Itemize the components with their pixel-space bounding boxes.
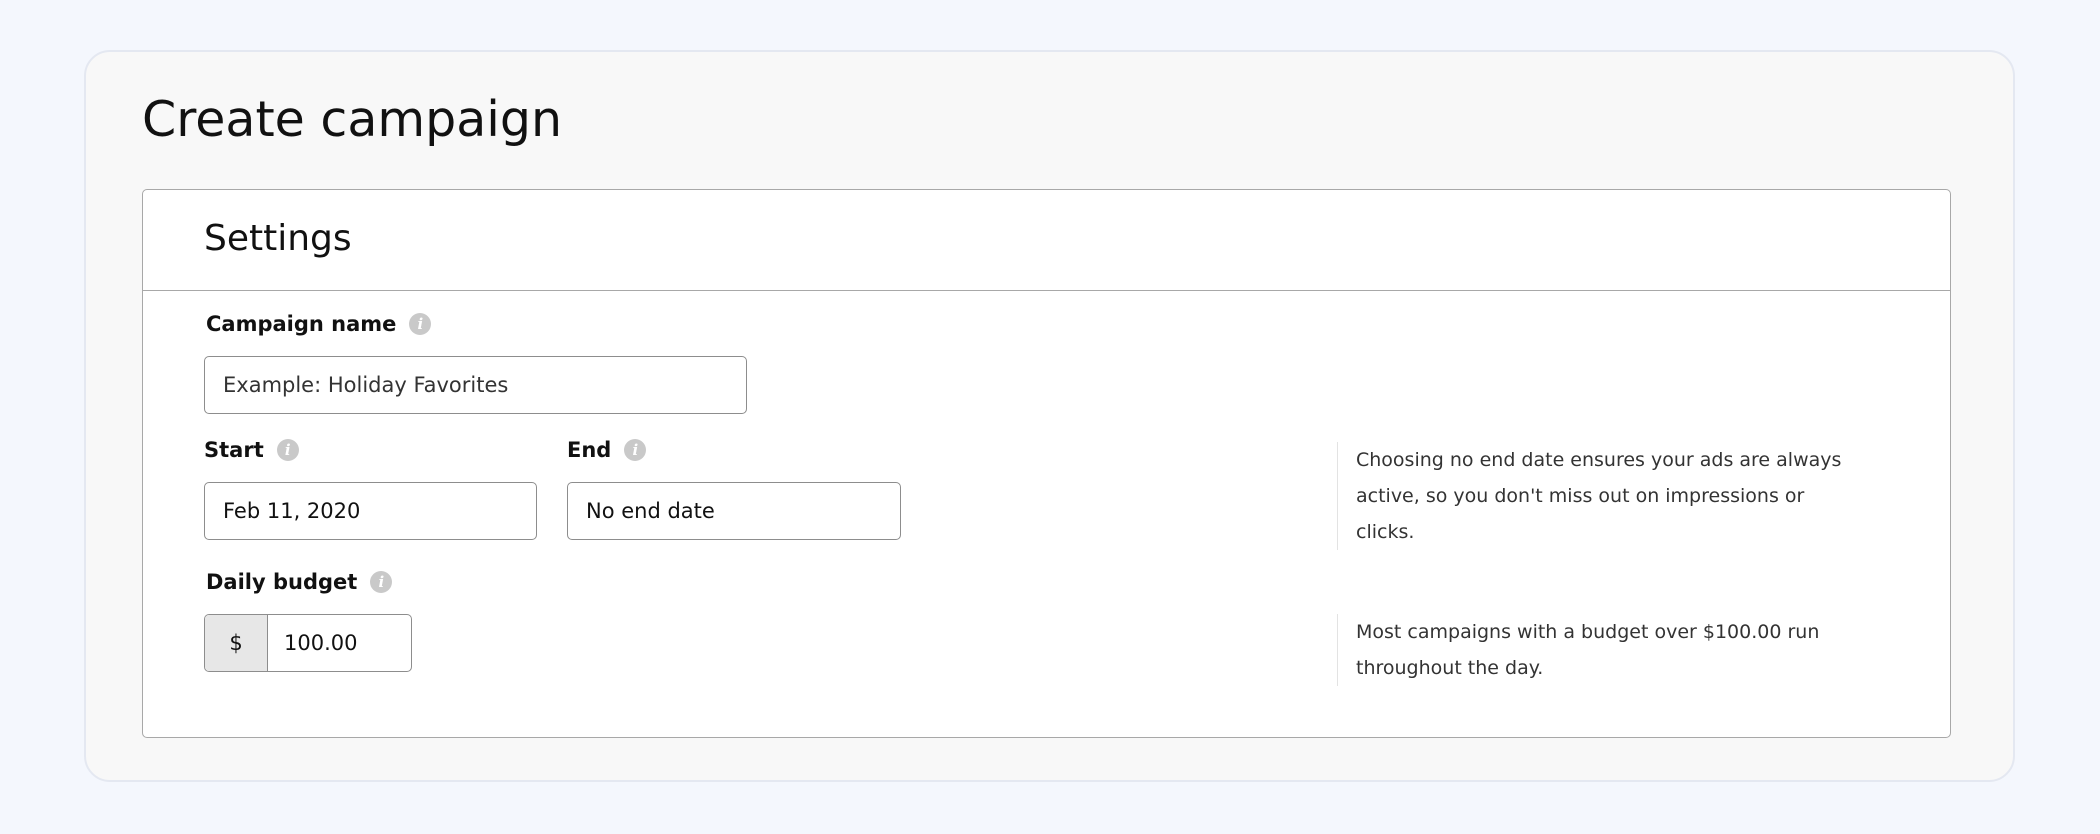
info-icon[interactable]: i (276, 439, 299, 461)
daily-budget-label-text: Daily budget (206, 570, 358, 594)
start-label-text: Start (204, 438, 264, 462)
currency-prefix: $ (205, 615, 268, 671)
end-label: End i (567, 435, 647, 465)
budget-help-text: Most campaigns with a budget over $100.0… (1337, 614, 1862, 686)
campaign-name-label-text: Campaign name (206, 312, 397, 336)
info-icon[interactable]: i (409, 313, 432, 335)
end-label-text: End (567, 438, 612, 462)
info-icon[interactable]: i (624, 439, 647, 461)
campaign-name-input[interactable] (204, 356, 747, 414)
settings-header: Settings (143, 190, 1950, 291)
page-title: Create campaign (142, 91, 562, 148)
end-date-input[interactable] (567, 482, 901, 540)
settings-title: Settings (204, 218, 352, 259)
start-date-input[interactable] (204, 482, 537, 540)
info-icon[interactable]: i (370, 571, 393, 593)
end-date-help-text: Choosing no end date ensures your ads ar… (1337, 442, 1862, 550)
campaign-name-label: Campaign name i (206, 309, 432, 339)
start-label: Start i (204, 435, 299, 465)
settings-panel: Settings Campaign name i Start i End i D… (142, 189, 1951, 738)
daily-budget-label: Daily budget i (206, 567, 393, 597)
daily-budget-input[interactable] (268, 615, 411, 671)
daily-budget-field: $ (204, 614, 412, 672)
